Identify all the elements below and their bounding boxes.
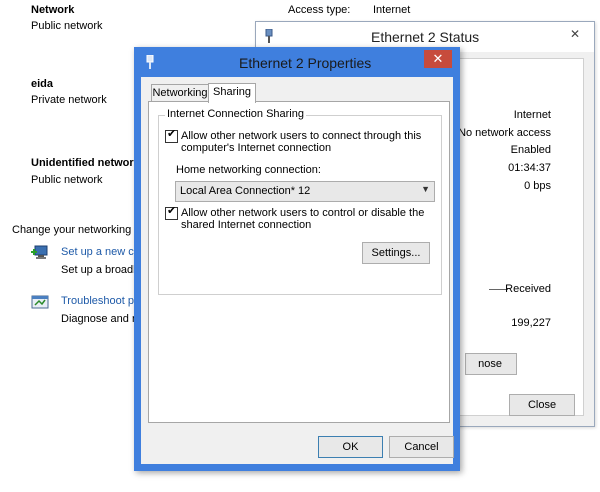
tab-networking[interactable]: Networking xyxy=(151,84,209,102)
change-settings-heading: Change your networking s xyxy=(12,224,140,236)
bytes-received-value: 199,227 xyxy=(511,317,551,329)
access-type-value: Internet xyxy=(373,4,411,16)
check-mark-icon: ✔ xyxy=(167,205,177,217)
access-type-label: Access type: xyxy=(288,4,351,16)
ethernet-icon xyxy=(264,28,274,43)
setup-connection-link[interactable]: Set up a new co xyxy=(61,246,140,258)
ethernet-properties-dialog: Ethernet 2 Properties ✕ Networking Shari… xyxy=(134,47,460,471)
chevron-down-icon: ▼ xyxy=(421,184,430,194)
ipv4-connectivity-value: Internet xyxy=(513,109,551,121)
status-close-button[interactable]: Close xyxy=(509,394,575,416)
status-close-icon[interactable]: ✕ xyxy=(562,26,588,42)
media-state-value: Enabled xyxy=(510,144,551,156)
allow-connect-label-2[interactable]: computer's Internet connection xyxy=(181,142,331,154)
network-name-1: Network xyxy=(31,4,75,16)
network-name-3: Unidentified network xyxy=(31,157,140,169)
ics-group-title: Internet Connection Sharing xyxy=(165,108,306,120)
network-setup-icon xyxy=(30,243,50,263)
home-networking-dropdown[interactable]: Local Area Connection* 12 ▼ xyxy=(175,181,435,202)
troubleshoot-link[interactable]: Troubleshoot p xyxy=(61,295,134,307)
network-type-2[interactable]: Private network xyxy=(31,94,107,106)
cancel-button[interactable]: Cancel xyxy=(389,436,454,458)
diagnose-button-label: nose xyxy=(478,358,502,370)
diagnose-button[interactable]: nose xyxy=(465,353,517,375)
properties-close-icon[interactable]: ✕ xyxy=(424,50,452,68)
properties-title-bar[interactable]: Ethernet 2 Properties ✕ xyxy=(134,47,460,77)
network-type-1[interactable]: Public network xyxy=(31,20,103,32)
status-window-title: Ethernet 2 Status xyxy=(371,29,480,45)
speed-value: 0 bps xyxy=(524,180,551,192)
check-mark-icon: ✔ xyxy=(167,128,177,140)
sharing-tab-panel: Internet Connection Sharing ✔ Allow othe… xyxy=(148,101,450,423)
duration-value: 01:34:37 xyxy=(508,162,551,174)
properties-client-area: Networking Sharing Internet Connection S… xyxy=(141,77,454,464)
allow-control-checkbox[interactable]: ✔ xyxy=(165,205,178,220)
allow-connect-checkbox[interactable]: ✔ xyxy=(165,128,178,143)
allow-control-label-1[interactable]: Allow other network users to control or … xyxy=(181,207,424,219)
allow-control-label-2[interactable]: shared Internet connection xyxy=(181,219,311,231)
network-name-2: eida xyxy=(31,78,54,90)
ok-button[interactable]: OK xyxy=(318,436,383,458)
properties-window-title: Ethernet 2 Properties xyxy=(239,55,372,71)
ipv6-connectivity-value: No network access xyxy=(458,127,551,139)
troubleshoot-icon xyxy=(30,293,50,313)
allow-connect-label-1[interactable]: Allow other network users to connect thr… xyxy=(181,130,421,142)
tab-sharing[interactable]: Sharing xyxy=(208,83,256,103)
troubleshoot-desc: Diagnose and re xyxy=(61,313,142,325)
setup-connection-desc: Set up a broadb xyxy=(61,264,140,276)
home-networking-value: Local Area Connection* 12 xyxy=(180,185,311,197)
settings-button[interactable]: Settings... xyxy=(362,242,430,264)
received-label: Received xyxy=(505,283,551,295)
home-networking-label: Home networking connection: xyxy=(176,164,321,176)
network-type-3[interactable]: Public network xyxy=(31,174,103,186)
ethernet-icon xyxy=(145,54,155,69)
ics-groupbox: Internet Connection Sharing ✔ Allow othe… xyxy=(158,108,442,295)
